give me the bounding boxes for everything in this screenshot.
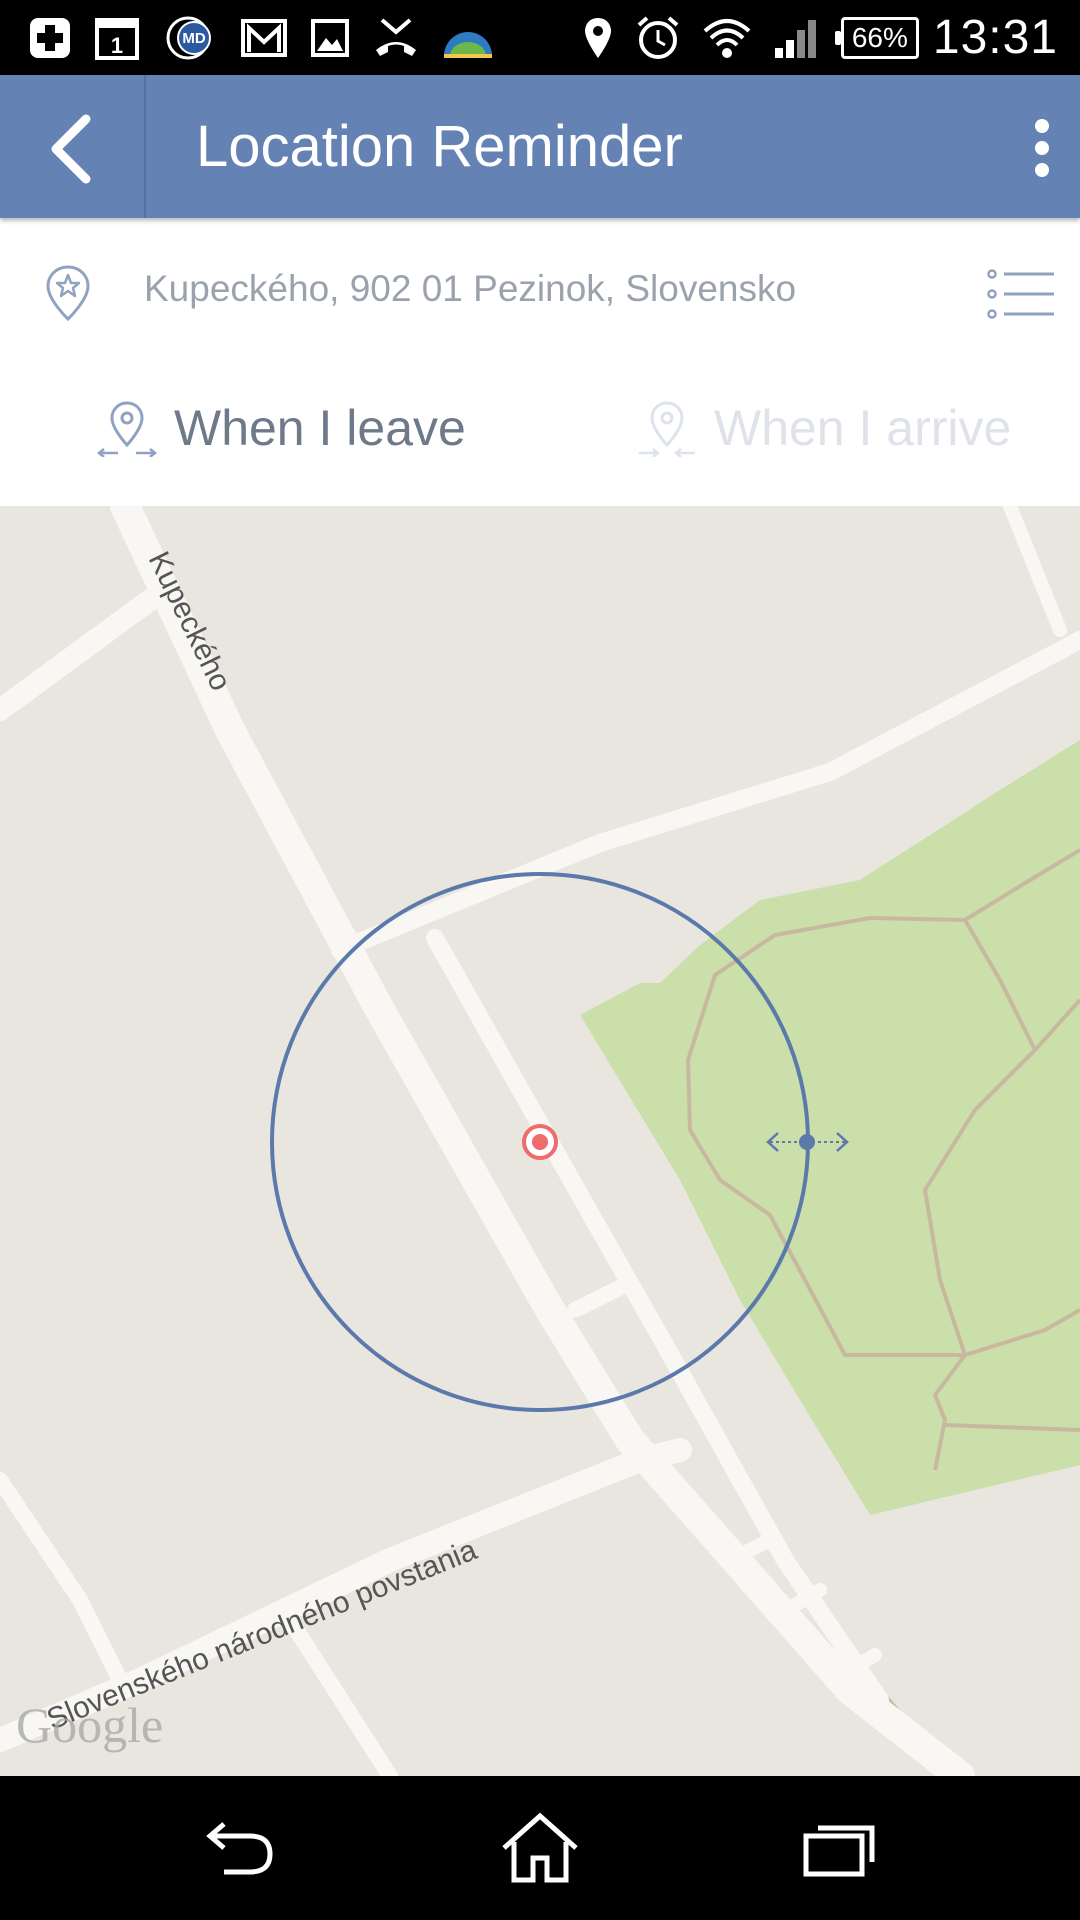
battery-indicator: 66% [834, 16, 919, 59]
when-i-arrive-label: When I arrive [714, 400, 1012, 456]
page-title: Location Reminder [196, 114, 683, 179]
globe-app-icon [444, 32, 492, 58]
calendar-icon: 1 [95, 18, 139, 60]
status-bar: 1 MD 66% 13:31 [0, 0, 1080, 75]
back-icon [206, 1822, 273, 1875]
home-icon [502, 1812, 578, 1883]
system-navigation-bar [0, 1776, 1080, 1920]
arrive-location-icon [639, 401, 695, 457]
app-bar: Location Reminder [0, 75, 1080, 218]
favorite-place-icon [46, 265, 90, 322]
overflow-menu-button[interactable] [960, 75, 1080, 218]
when-i-leave-label: When I leave [174, 400, 466, 456]
alarm-icon [637, 15, 679, 59]
gmail-icon [241, 19, 287, 57]
calendar-day: 1 [111, 33, 123, 58]
system-status: 66% 13:31 [583, 0, 1080, 75]
when-i-leave-option[interactable]: When I leave [96, 388, 466, 468]
address-field[interactable]: Kupeckého, 902 01 Pezinok, Slovensko [144, 268, 796, 310]
svg-text:MD: MD [182, 30, 205, 47]
gallery-icon [311, 19, 349, 57]
when-i-arrive-option[interactable]: When I arrive [636, 388, 1011, 468]
wifi-icon [703, 18, 751, 58]
clock: 13:31 [932, 11, 1058, 64]
nav-recent-apps-button[interactable] [760, 1776, 920, 1920]
recent-apps-icon [803, 1825, 875, 1877]
leave-location-icon [96, 401, 158, 457]
notification-icons: 1 MD [28, 10, 516, 66]
plus-app-icon [30, 18, 70, 58]
md-app-icon: MD [166, 16, 211, 60]
nav-home-button[interactable] [460, 1776, 620, 1920]
location-marker[interactable] [522, 1124, 558, 1160]
location-panel: Kupeckého, 902 01 Pezinok, Slovensko Whe… [0, 218, 1080, 506]
google-attribution: Google [16, 1697, 163, 1753]
saved-places-list-icon[interactable] [984, 264, 1060, 324]
app-bar-divider [144, 75, 146, 218]
nav-back-button[interactable] [160, 1776, 320, 1920]
missed-call-icon [376, 18, 416, 56]
chevron-left-icon [51, 114, 91, 184]
more-vert-icon [1035, 119, 1049, 177]
signal-icon [774, 19, 816, 58]
location-icon [584, 17, 611, 58]
back-button[interactable] [0, 75, 144, 218]
map-view[interactable]: Kupeckého Slovenského národného povstani… [0, 506, 1080, 1776]
